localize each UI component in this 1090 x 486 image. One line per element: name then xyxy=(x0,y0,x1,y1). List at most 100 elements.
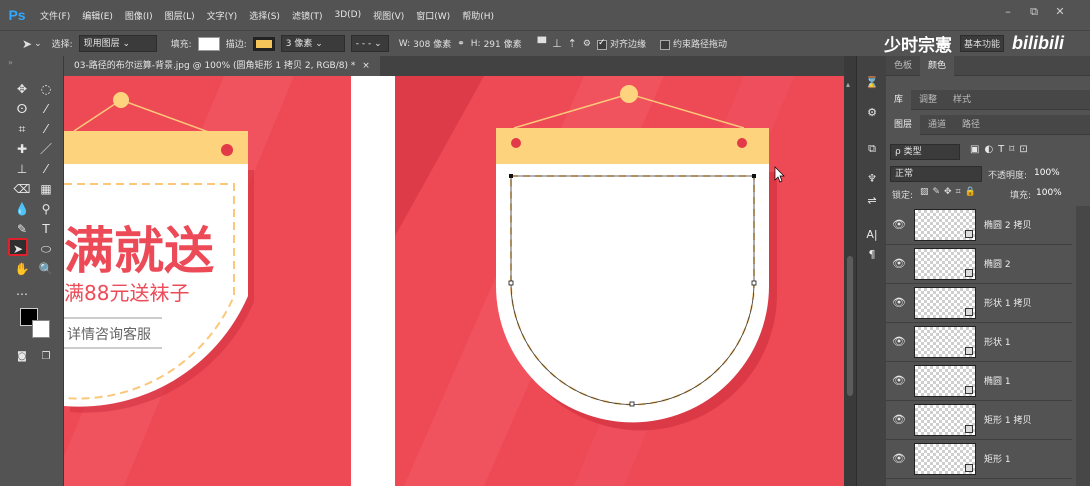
link-icon[interactable]: ⚭ xyxy=(457,39,465,49)
menu-file[interactable]: 文件(F) xyxy=(34,9,76,22)
path-anchor-top-left[interactable] xyxy=(509,174,513,178)
stroke-type-dropdown[interactable]: - - - ⌄ xyxy=(350,35,389,52)
layers-scrollbar[interactable] xyxy=(1076,206,1090,486)
history-brush-tool-icon[interactable]: ⁄ xyxy=(36,160,56,178)
brush-panel-icon[interactable]: ♆ xyxy=(862,170,882,188)
layer-filter-dropdown[interactable]: ρ 类型 xyxy=(890,144,960,160)
fill-swatch[interactable] xyxy=(197,36,220,51)
marquee-tool-icon[interactable]: ◌ xyxy=(36,80,56,98)
path-anchor-right[interactable] xyxy=(751,280,757,286)
align-edges-option[interactable]: 对齐边缘 xyxy=(596,37,646,50)
eye-icon[interactable]: 👁 xyxy=(892,257,906,270)
brush-tool-icon[interactable]: ／ xyxy=(36,140,56,158)
tab-layers[interactable]: 图层 xyxy=(886,114,921,135)
menu-layer[interactable]: 图层(L) xyxy=(159,9,201,22)
pen-tool-icon[interactable]: ✎ xyxy=(12,220,32,238)
path-operations-icon[interactable]: ▀ xyxy=(538,37,546,50)
path-anchor-left[interactable] xyxy=(508,280,514,286)
path-alignment-icon[interactable]: ⊥ xyxy=(552,37,562,50)
width-value[interactable]: 308 像素 xyxy=(413,37,451,50)
move-tool-icon[interactable]: ✥ xyxy=(12,80,32,98)
menu-window[interactable]: 窗口(W) xyxy=(410,9,456,22)
blend-mode-dropdown[interactable]: 正常 xyxy=(890,166,982,182)
zoom-tool-icon[interactable]: 🔍 xyxy=(36,260,56,278)
eye-icon[interactable]: 👁 xyxy=(892,296,906,309)
layer-row[interactable]: 👁 形状 1 xyxy=(886,323,1072,362)
path-selection-tool-icon[interactable]: ➤ xyxy=(22,37,32,51)
dodge-tool-icon[interactable]: ⚲ xyxy=(36,200,56,218)
eye-icon[interactable]: 👁 xyxy=(892,335,906,348)
clone-stamp-tool-icon[interactable]: ⊥ xyxy=(12,160,32,178)
eraser-tool-icon[interactable]: ⌫ xyxy=(12,180,32,198)
lasso-tool-icon[interactable]: ⵙ xyxy=(12,100,32,118)
eye-icon[interactable]: 👁 xyxy=(892,218,906,231)
tab-libraries[interactable]: 库 xyxy=(886,89,912,110)
settings-icon[interactable]: ⚙ xyxy=(583,39,591,49)
close-tab-icon[interactable]: × xyxy=(362,61,370,71)
screen-mode-icon[interactable]: ❐ xyxy=(36,348,56,366)
menu-view[interactable]: 视图(V) xyxy=(367,9,410,22)
tab-paths[interactable]: 路径 xyxy=(954,115,988,135)
scroll-thumb[interactable] xyxy=(847,256,853,396)
gradient-tool-icon[interactable]: ▦ xyxy=(36,180,56,198)
eye-icon[interactable]: 👁 xyxy=(892,452,906,465)
minimize-button[interactable]: – xyxy=(996,2,1020,22)
clone-source-panel-icon[interactable]: ⧉ xyxy=(862,140,882,158)
menu-help[interactable]: 帮助(H) xyxy=(456,9,500,22)
eye-icon[interactable]: 👁 xyxy=(892,374,906,387)
document-canvas[interactable]: 满就送 满88元送袜子 详情咨询客服 xyxy=(64,76,844,486)
fill-opacity-value[interactable]: 100% xyxy=(1036,188,1062,198)
opacity-value[interactable]: 100% xyxy=(1034,168,1060,178)
eye-icon[interactable]: 👁 xyxy=(892,413,906,426)
layer-row[interactable]: 👁 椭圆 1 xyxy=(886,362,1072,401)
tab-adjustments[interactable]: 调整 xyxy=(911,90,945,110)
type-tool-icon[interactable]: T xyxy=(36,220,56,238)
tab-swatches[interactable]: 色板 xyxy=(886,56,920,76)
panel-collapse-icon[interactable]: » xyxy=(8,58,13,67)
tab-color[interactable]: 颜色 xyxy=(920,55,955,76)
ellipse-tool-icon[interactable]: ⬭ xyxy=(36,240,56,258)
menu-filter[interactable]: 滤镜(T) xyxy=(286,9,329,22)
close-window-button[interactable]: ✕ xyxy=(1048,2,1072,22)
crop-tool-icon[interactable]: ⌗ xyxy=(12,120,32,138)
layer-row[interactable]: 👁 形状 1 拷贝 xyxy=(886,284,1072,323)
layer-row[interactable]: 👁 矩形 1 拷贝 xyxy=(886,401,1072,440)
menu-image[interactable]: 图像(I) xyxy=(119,9,159,22)
scroll-up-icon[interactable]: ▴ xyxy=(846,80,850,89)
hand-tool-icon[interactable]: ✋ xyxy=(12,260,32,278)
blur-tool-icon[interactable]: 💧 xyxy=(12,200,32,218)
stroke-size-dropdown[interactable]: 3 像素 ⌄ xyxy=(280,35,345,52)
select-dropdown[interactable]: 现用图层 ⌄ xyxy=(78,35,157,52)
tab-channels[interactable]: 通道 xyxy=(920,115,954,135)
constrain-path-checkbox[interactable] xyxy=(659,39,670,50)
layer-row[interactable]: 👁 矩形 1 xyxy=(886,440,1072,479)
stroke-swatch[interactable] xyxy=(252,36,275,51)
character-panel-icon[interactable]: A| xyxy=(862,226,882,244)
align-edges-checkbox[interactable] xyxy=(596,38,607,50)
path-selection-tool-button[interactable]: ➤ xyxy=(8,238,28,256)
canvas-vertical-scrollbar[interactable]: ▴ xyxy=(844,56,856,486)
chevron-down-icon[interactable]: ⌄ xyxy=(34,39,42,49)
properties-panel-icon[interactable]: ⚙ xyxy=(862,104,882,122)
workspace-preset[interactable]: 基本功能 xyxy=(960,34,1005,52)
paragraph-panel-icon[interactable]: ¶ xyxy=(862,246,882,264)
lock-icons[interactable]: ▨✎✥⌗🔒 xyxy=(920,187,980,197)
background-color-swatch[interactable] xyxy=(32,320,50,338)
layer-row[interactable]: 👁 椭圆 2 xyxy=(886,245,1072,284)
menu-edit[interactable]: 编辑(E) xyxy=(76,9,119,22)
menu-select[interactable]: 选择(S) xyxy=(243,9,286,22)
document-tab[interactable]: 03-路径的布尔运算-背景.jpg @ 100% (圆角矩形 1 拷贝 2, R… xyxy=(64,56,380,76)
path-anchor-top-right[interactable] xyxy=(752,174,756,178)
height-value[interactable]: 291 像素 xyxy=(484,37,522,50)
layer-filter-icons[interactable]: ▣◐T⌑⊡ xyxy=(970,144,1033,155)
quick-mask-icon[interactable]: ◙ xyxy=(12,348,32,366)
menu-type[interactable]: 文字(Y) xyxy=(201,9,244,22)
restore-button[interactable]: ⧉ xyxy=(1022,2,1046,22)
history-panel-icon[interactable]: ⌛ xyxy=(862,74,882,92)
quick-select-tool-icon[interactable]: ⁄ xyxy=(36,100,56,118)
path-arrangement-icon[interactable]: ⇡ xyxy=(568,37,577,50)
more-tools-icon[interactable]: … xyxy=(12,282,32,300)
adjust-panel-icon[interactable]: ⇌ xyxy=(862,192,882,210)
constrain-path-option[interactable]: 约束路径拖动 xyxy=(659,37,727,50)
healing-brush-tool-icon[interactable]: ✚ xyxy=(12,140,32,158)
